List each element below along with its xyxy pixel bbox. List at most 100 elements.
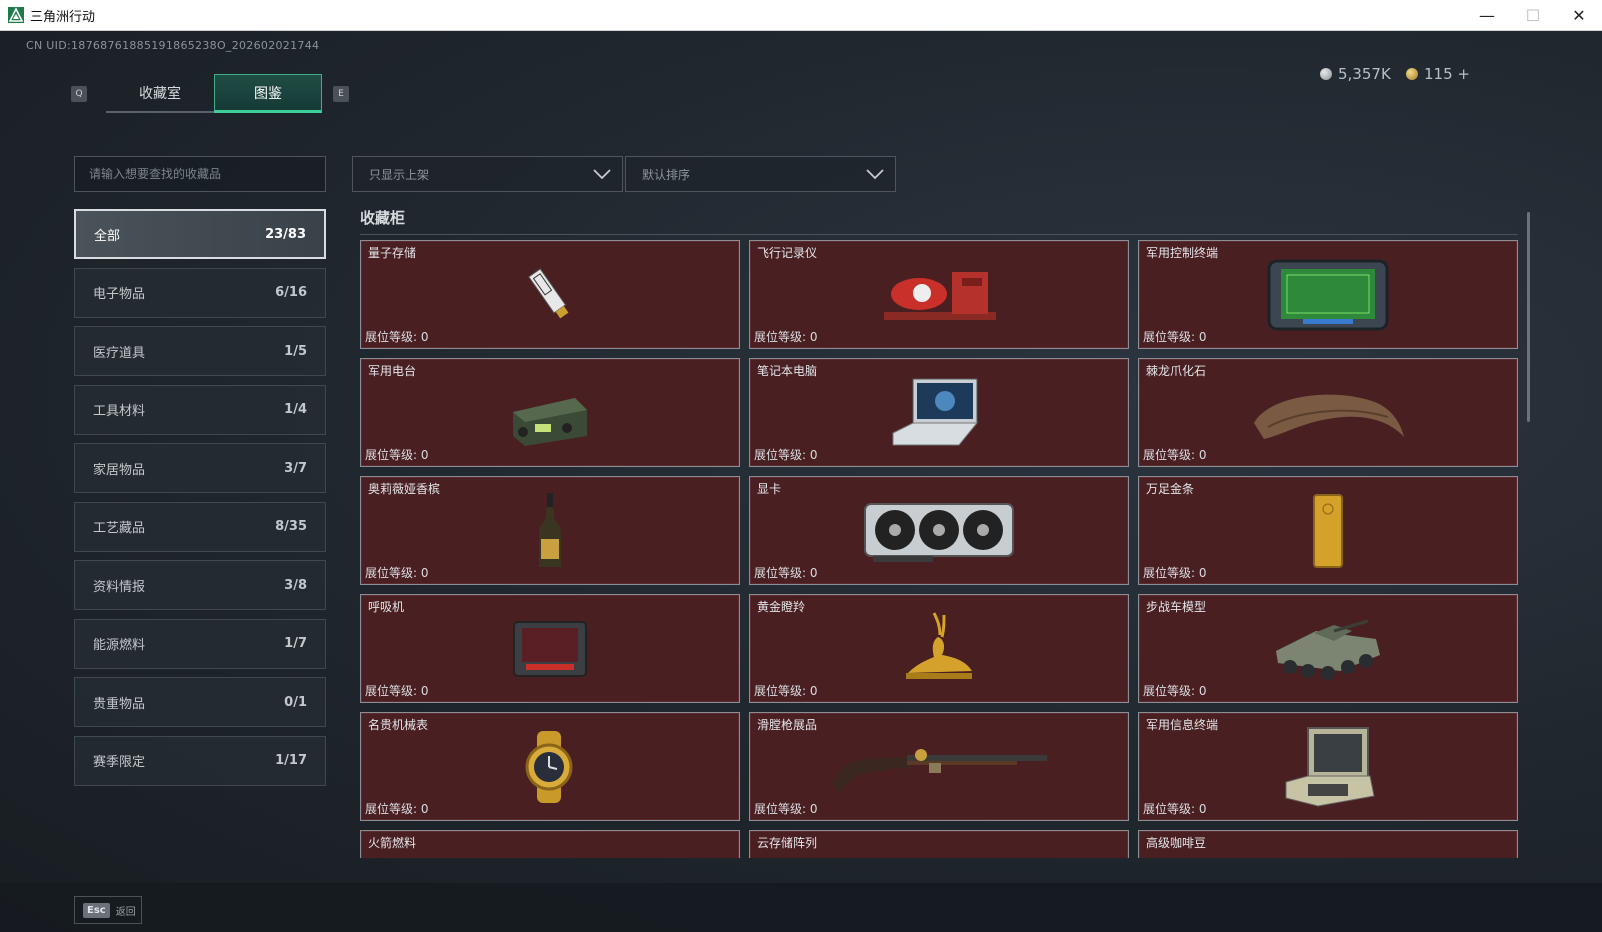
item-name: 军用控制终端 [1146, 246, 1219, 260]
display-level: 展位等级: 0 [754, 330, 818, 344]
category-count: 6/16 [275, 285, 307, 300]
display-level: 展位等级: 0 [754, 684, 818, 698]
category-count: 3/7 [284, 460, 307, 476]
flight-recorder-icon [884, 271, 996, 320]
gold-coin-icon [1406, 68, 1418, 80]
category-label: 工艺藏品 [93, 521, 146, 536]
graphics-card-icon [864, 502, 1014, 562]
category-intel[interactable]: 资料情报 3/8 [74, 560, 326, 610]
tab-collection-room[interactable]: 收藏室 [106, 74, 214, 113]
close-button[interactable]: ✕ [1556, 0, 1602, 31]
category-tools[interactable]: 工具材料 1/4 [74, 384, 326, 435]
display-level: 展位等级: 0 [365, 802, 429, 816]
collection-grid: 量子存储 展位等级: 0 飞行记录仪 展位等级: 0 军用控制终端 展位等级: [360, 240, 1522, 858]
silver-amount: 5,357K [1338, 65, 1391, 83]
item-card[interactable]: 军用电台 展位等级: 0 [360, 358, 740, 467]
item-name: 奥莉薇娅香槟 [368, 482, 441, 496]
minimize-button[interactable]: — [1464, 0, 1510, 31]
category-label: 贵重物品 [93, 696, 146, 712]
item-name: 笔记本电脑 [757, 364, 818, 378]
category-label: 家居物品 [93, 462, 146, 478]
item-name: 步战车模型 [1146, 600, 1207, 614]
gold-currency[interactable]: 115 + [1406, 65, 1470, 83]
window-titlebar: 三角洲行动 — ☐ ✕ [0, 0, 1602, 31]
back-label: 返回 [115, 906, 136, 918]
silver-currency: 5,357K [1320, 65, 1391, 83]
item-name: 黄金瞪羚 [757, 600, 806, 614]
category-count: 1/7 [284, 636, 307, 651]
category-crafts[interactable]: 工艺藏品 8/35 [74, 501, 326, 552]
category-all[interactable]: 全部 23/83 [74, 209, 326, 259]
item-name: 棘龙爪化石 [1146, 364, 1207, 378]
item-card[interactable]: 显卡 展位等级: 0 [749, 476, 1129, 585]
bottom-bar [0, 883, 1602, 932]
item-card[interactable]: 万足金条 展位等级: 0 [1138, 476, 1518, 585]
search-input[interactable] [89, 167, 325, 181]
item-card[interactable]: 军用信息终端 展位等级: 0 [1138, 712, 1518, 821]
category-label: 全部 [94, 228, 121, 244]
category-season[interactable]: 赛季限定 1/17 [74, 735, 326, 786]
category-count: 3/8 [284, 577, 307, 593]
watch-icon [525, 730, 573, 803]
laptop-icon [892, 378, 979, 445]
item-card[interactable]: 名贵机械表 展位等级: 0 [360, 712, 740, 821]
item-card[interactable]: 高级咖啡豆 展位等级: 0 [1138, 830, 1518, 858]
item-card[interactable]: 飞行记录仪 展位等级: 0 [749, 240, 1129, 349]
item-card[interactable]: 黄金瞪羚 展位等级: 0 [749, 594, 1129, 703]
item-card[interactable]: 笔记本电脑 展位等级: 0 [749, 358, 1129, 467]
item-name: 万足金条 [1146, 482, 1195, 496]
category-count: 8/35 [275, 519, 307, 534]
item-name: 显卡 [757, 482, 782, 496]
category-electronics[interactable]: 电子物品 6/16 [74, 267, 326, 318]
item-name: 飞行记录仪 [757, 246, 818, 260]
chevron-down-icon [866, 169, 884, 180]
item-card[interactable]: 步战车模型 展位等级: 0 [1138, 594, 1518, 703]
display-level: 展位等级: 0 [365, 448, 429, 462]
collection-grid-viewport[interactable]: 量子存储 展位等级: 0 飞行记录仪 展位等级: 0 军用控制终端 展位等级: [360, 240, 1522, 858]
category-medical[interactable]: 医疗道具 1/5 [74, 326, 326, 376]
item-card[interactable]: 呼吸机 展位等级: 0 [360, 594, 740, 703]
esc-key-hint: Esc [83, 902, 110, 918]
display-level: 展位等级: 0 [1143, 330, 1207, 344]
key-hint-e[interactable]: E [333, 86, 349, 102]
game-area: CN UID:18768761885191865238O_20260202174… [0, 31, 1602, 932]
item-name: 滑膛枪展品 [757, 718, 818, 732]
grid-scrollbar[interactable] [1527, 212, 1530, 422]
military-radio-icon [513, 397, 587, 446]
item-card[interactable]: 棘龙爪化石 展位等级: 0 [1138, 358, 1518, 467]
category-count: 0/1 [284, 694, 307, 710]
ifv-model-icon [1276, 619, 1380, 680]
maximize-button[interactable]: ☐ [1510, 0, 1556, 31]
collection-search[interactable] [74, 156, 326, 192]
sort-dropdown[interactable]: 默认排序 [625, 156, 896, 192]
item-name: 云存储阵列 [757, 836, 818, 850]
item-card[interactable]: 军用控制终端 展位等级: 0 [1138, 240, 1518, 349]
item-name: 量子存储 [368, 246, 417, 260]
window-title: 三角洲行动 [30, 9, 96, 25]
tab-codex[interactable]: 图鉴 [214, 74, 322, 113]
category-household[interactable]: 家居物品 3/7 [74, 443, 326, 493]
category-energy[interactable]: 能源燃料 1/7 [74, 618, 326, 669]
display-level: 展位等级: 0 [754, 448, 818, 462]
display-level: 展位等级: 0 [365, 330, 429, 344]
app-logo-icon [8, 7, 24, 23]
section-divider [360, 234, 1518, 235]
silver-coin-icon [1320, 68, 1332, 80]
item-card[interactable]: 云存储阵列 展位等级: 0 [749, 830, 1129, 858]
control-terminal-icon [1267, 259, 1389, 330]
item-card[interactable]: 量子存储 展位等级: 0 [360, 240, 740, 349]
display-level: 展位等级: 0 [1143, 448, 1207, 462]
item-card[interactable]: 滑膛枪展品 展位等级: 0 [749, 712, 1129, 821]
category-valuables[interactable]: 贵重物品 0/1 [74, 677, 326, 727]
item-card[interactable]: 火箭燃料 展位等级: 0 [360, 830, 740, 858]
key-hint-q[interactable]: Q [71, 86, 87, 102]
item-name: 火箭燃料 [368, 836, 417, 850]
ventilator-icon [513, 620, 587, 677]
display-level: 展位等级: 0 [754, 802, 818, 816]
shelf-filter-dropdown[interactable]: 只显示上架 [352, 156, 623, 192]
category-label: 资料情报 [93, 579, 146, 595]
item-card[interactable]: 奥莉薇娅香槟 展位等级: 0 [360, 476, 740, 585]
claw-fossil-icon [1254, 394, 1404, 439]
back-button[interactable]: Esc 返回 [74, 896, 142, 924]
category-count: 1/5 [284, 343, 307, 359]
